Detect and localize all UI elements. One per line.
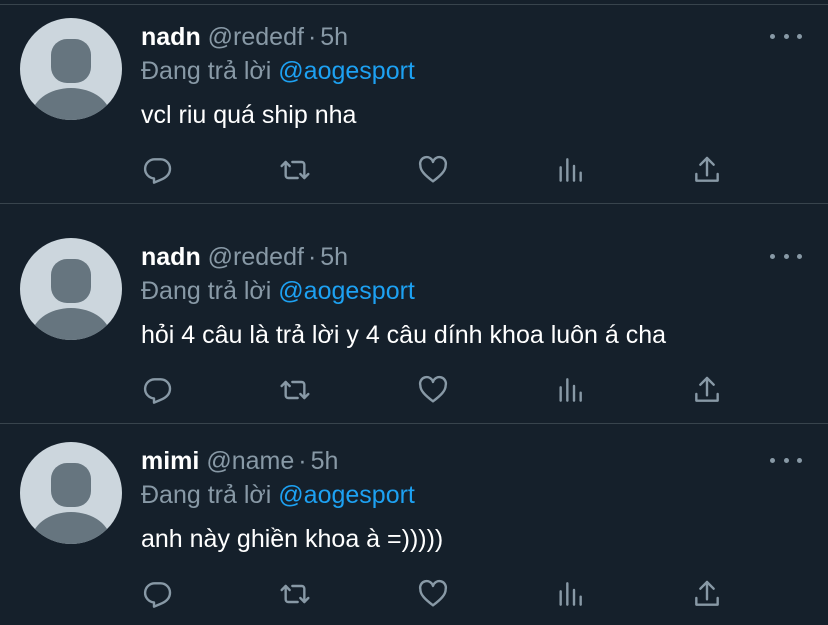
tweet[interactable]: nadn @rededf · 5h Đang trả lời @aogesport … [0,220,828,424]
replying-to-label: Đang trả lời [141,481,272,509]
avatar-head [51,463,91,507]
user-handle[interactable]: @name [206,447,294,475]
replying-to: Đang trả lời @aogesport [141,276,415,306]
tweet-header: nadn @rededf · 5h [141,22,348,52]
share-button[interactable] [689,372,725,408]
action-bar [0,372,828,412]
retweet-icon [280,380,310,400]
avatar[interactable] [20,442,122,544]
analytics-button[interactable] [552,372,588,408]
avatar[interactable] [20,238,122,340]
share-icon [695,156,719,182]
heart-icon [418,155,448,183]
display-name[interactable]: nadn [141,23,201,51]
separator-dot: · [307,23,317,51]
display-name[interactable]: mimi [141,447,199,475]
reply-button[interactable] [140,576,176,612]
analytics-icon [559,158,582,182]
more-icon[interactable] [770,26,802,46]
retweet-button[interactable] [277,576,313,612]
mention-link[interactable]: @aogesport [278,57,415,85]
separator-dot: · [298,447,307,475]
reply-feed: nadn @rededf · 5h Đang trả lời @aogesport … [0,0,828,625]
tweet-header: mimi @name · 5h [141,446,338,476]
retweet-icon [280,584,310,604]
separator-dot: · [307,243,317,271]
action-bar [0,152,828,192]
heart-icon [418,579,448,607]
avatar-head [51,39,91,83]
analytics-icon [559,378,582,402]
retweet-button[interactable] [277,152,313,188]
timestamp[interactable]: 5h [311,447,339,475]
reply-icon [143,378,172,404]
avatar-body [31,512,111,544]
more-icon[interactable] [770,246,802,266]
action-bar [0,576,828,616]
tweet-text: anh này ghiền khoa à =))))) [141,525,444,553]
analytics-icon [559,582,582,606]
analytics-button[interactable] [552,152,588,188]
tweet-text: hỏi 4 câu là trả lời y 4 câu dính khoa l… [141,321,667,349]
share-button[interactable] [689,152,725,188]
tweet[interactable]: nadn @rededf · 5h Đang trả lời @aogesport … [0,0,828,204]
user-handle[interactable]: @rededf [208,23,304,51]
like-button[interactable] [415,576,451,612]
replying-to-label: Đang trả lời [141,57,272,85]
timestamp[interactable]: 5h [320,243,348,271]
reply-button[interactable] [140,152,176,188]
reply-icon [143,158,172,184]
user-handle[interactable]: @rededf [208,243,304,271]
share-button[interactable] [689,576,725,612]
like-button[interactable] [415,372,451,408]
reply-icon [143,582,172,608]
tweet[interactable]: mimi @name · 5h Đang trả lời @aogesport an… [0,424,828,625]
avatar-body [31,308,111,340]
mention-link[interactable]: @aogesport [278,481,415,509]
heart-icon [418,375,448,403]
retweet-button[interactable] [277,372,313,408]
analytics-button[interactable] [552,576,588,612]
more-icon[interactable] [770,450,802,470]
replying-to: Đang trả lời @aogesport [141,56,415,86]
tweet-text: vcl riu quá ship nha [141,101,357,129]
replying-to-label: Đang trả lời [141,277,272,305]
reply-button[interactable] [140,372,176,408]
replying-to: Đang trả lời @aogesport [141,480,415,510]
like-button[interactable] [415,152,451,188]
avatar[interactable] [20,18,122,120]
share-icon [695,376,719,402]
mention-link[interactable]: @aogesport [278,277,415,305]
timestamp[interactable]: 5h [320,23,348,51]
avatar-body [31,88,111,120]
display-name[interactable]: nadn [141,243,201,271]
avatar-head [51,259,91,303]
retweet-icon [280,160,310,180]
share-icon [695,580,719,606]
tweet-header: nadn @rededf · 5h [141,242,348,272]
